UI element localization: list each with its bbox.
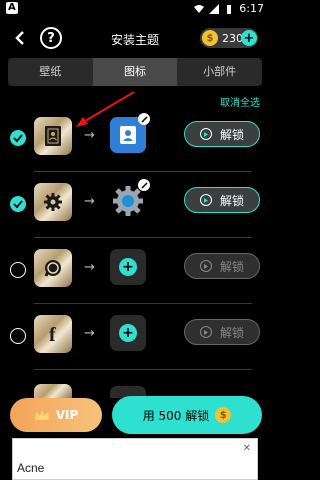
ad-text: Acne (17, 461, 45, 475)
coin-icon: $ (202, 30, 218, 46)
play-icon (199, 194, 212, 206)
wifi-icon (194, 4, 205, 13)
add-icon-slot[interactable]: + (110, 315, 146, 351)
original-icon (34, 249, 72, 287)
edit-icon[interactable] (138, 179, 150, 191)
unlock-button[interactable]: 解锁 (184, 319, 260, 345)
tab-widgets[interactable]: 小部件 (177, 58, 262, 86)
unlock-button[interactable]: 解锁 (184, 187, 260, 213)
check-icon (13, 134, 23, 143)
unlock-label: 解锁 (219, 325, 244, 340)
add-coins-button[interactable]: + (241, 30, 257, 46)
row-checkbox[interactable] (10, 262, 26, 278)
row-checkbox[interactable] (10, 328, 26, 344)
tab-bar: 壁纸 图标 小部件 (8, 58, 262, 86)
play-icon (199, 326, 212, 338)
tab-icons[interactable]: 图标 (92, 58, 178, 86)
svg-text:f: f (49, 324, 56, 345)
unlock-button[interactable]: 解锁 (184, 253, 260, 279)
unlock-label: 解锁 (219, 193, 244, 208)
icon-row: → + 解锁 (0, 238, 270, 304)
add-icon: + (119, 324, 137, 342)
play-icon (199, 128, 212, 140)
header: ? 安装主题 $ 230 + (0, 22, 270, 56)
vip-button[interactable]: VIP (10, 398, 102, 432)
original-icon: f (34, 315, 72, 353)
original-icon (34, 117, 72, 155)
add-icon-slot[interactable]: + (110, 249, 146, 285)
status-bar: A 6:17 (0, 0, 270, 18)
arrow-right-icon: → (84, 326, 95, 341)
unlock-label: 解锁 (219, 127, 244, 142)
clock: 6:17 (239, 2, 264, 15)
contacts-blue-icon (120, 126, 136, 144)
coin-balance[interactable]: $ 230 + (200, 28, 258, 48)
coin-count: 230 (222, 31, 243, 45)
icon-row: → 解锁 (0, 172, 270, 238)
original-icon-partial (34, 384, 72, 398)
battery-icon (227, 4, 232, 14)
unlock-button[interactable]: 解锁 (184, 121, 260, 147)
crown-icon (34, 410, 49, 420)
new-icon[interactable] (110, 113, 150, 153)
status-icons: 6:17 (194, 2, 264, 15)
tab-wallpaper[interactable]: 壁纸 (8, 58, 93, 86)
signal-icon (209, 3, 220, 14)
unlock-with-coins-button[interactable]: 用 500 解锁 $ (112, 396, 262, 434)
arrow-right-icon: → (84, 260, 95, 275)
original-icon (34, 183, 72, 221)
edit-icon[interactable] (138, 113, 150, 125)
row-checkbox[interactable] (10, 196, 26, 212)
notification-badge: A (6, 2, 18, 14)
whatsapp-icon (44, 260, 61, 277)
icon-row: f → + 解锁 (0, 304, 270, 370)
arrow-right-icon: → (84, 194, 95, 209)
icon-row: → 解锁 (0, 106, 270, 172)
ad-banner[interactable]: ✕ Acne (12, 438, 258, 480)
add-icon: + (119, 258, 137, 276)
unlock-label: 解锁 (219, 259, 244, 274)
close-icon[interactable]: ✕ (243, 443, 251, 454)
gear-icon (44, 193, 62, 211)
divider (34, 369, 252, 370)
row-checkbox[interactable] (10, 130, 26, 146)
play-icon (199, 260, 212, 272)
coin-icon: $ (215, 407, 232, 423)
unlock-with-coins-label: 用 500 解锁 (142, 408, 210, 423)
check-icon (13, 200, 23, 209)
facebook-icon: f (49, 324, 56, 345)
vip-label: VIP (55, 408, 79, 422)
new-icon[interactable] (110, 179, 150, 219)
arrow-right-icon: → (84, 128, 95, 143)
contacts-icon (45, 126, 61, 146)
